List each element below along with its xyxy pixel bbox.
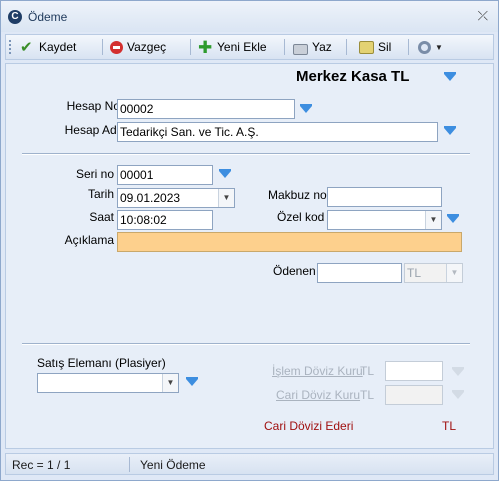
payment-window: C Ödeme ⤫ ✔ Kaydet Vazgeç ✚ Yeni Ekle Ya…	[0, 0, 499, 481]
ozel-kod-input[interactable]: ▼	[327, 210, 442, 230]
printer-icon	[293, 43, 308, 55]
stop-icon	[110, 40, 123, 54]
aciklama-label: Açıklama	[64, 233, 114, 247]
record-counter: Rec = 1 / 1	[12, 458, 71, 472]
print-button[interactable]: Yaz	[293, 38, 332, 56]
trash-icon	[359, 40, 374, 54]
chevron-down-icon: ▼	[435, 42, 443, 52]
toolbar-separator	[190, 39, 191, 55]
makbuz-no-label: Makbuz no	[268, 188, 327, 202]
islem-doviz-input[interactable]	[385, 361, 443, 381]
tarih-value: 09.01.2023	[120, 191, 181, 205]
cari-doviz-label: Cari Döviz Kuru	[276, 388, 361, 402]
odenen-input[interactable]	[317, 263, 402, 283]
makbuz-no-input[interactable]	[327, 187, 442, 207]
toolbar-grip[interactable]	[9, 40, 11, 54]
tarih-input[interactable]: 09.01.2023 ▼	[117, 188, 235, 208]
gear-icon	[418, 40, 431, 54]
kasa-title: Merkez Kasa TL	[296, 68, 410, 85]
currency-dropdown-icon[interactable]: ▼	[446, 264, 462, 282]
ozel-kod-dropdown-icon[interactable]: ▼	[425, 211, 441, 229]
options-dropdown-button[interactable]: ▼	[418, 38, 443, 56]
satis-elemani-lookup-icon[interactable]	[186, 377, 198, 386]
window-title: Ödeme	[28, 10, 68, 24]
kasa-selector-icon[interactable]	[444, 72, 456, 81]
new-button[interactable]: ✚ Yeni Ekle	[198, 38, 267, 56]
print-label: Yaz	[312, 40, 332, 54]
aciklama-input[interactable]	[117, 232, 462, 252]
ozel-kod-label: Özel kod	[277, 210, 325, 224]
satis-elemani-dropdown-icon[interactable]: ▼	[162, 374, 178, 392]
islem-doviz-label: İşlem Döviz Kuru	[272, 364, 363, 378]
saat-label: Saat	[89, 210, 114, 224]
toolbar-separator	[284, 39, 285, 55]
toolbar-separator	[102, 39, 103, 55]
saat-input[interactable]: 10:08:02	[117, 210, 213, 230]
new-label: Yeni Ekle	[217, 40, 267, 54]
cari-dovizi-ederi-currency: TL	[442, 419, 457, 433]
tarih-label: Tarih	[87, 187, 114, 201]
hesap-no-input[interactable]: 00002	[117, 99, 295, 119]
divider	[22, 343, 470, 345]
divider	[22, 153, 470, 155]
seri-no-lookup-icon[interactable]	[219, 169, 231, 178]
cari-doviz-input	[385, 385, 443, 405]
seri-no-label: Seri no	[75, 167, 114, 181]
cari-doviz-currency: TL	[360, 388, 375, 402]
delete-button[interactable]: Sil	[359, 38, 391, 56]
title-bar[interactable]: C Ödeme ⤫	[1, 1, 498, 32]
ozel-kod-lookup-icon[interactable]	[447, 214, 459, 223]
hesap-adi-input[interactable]: Tedarikçi San. ve Tic. A.Ş.	[117, 122, 438, 142]
save-button[interactable]: ✔ Kaydet	[20, 38, 76, 56]
status-separator	[129, 457, 130, 472]
cari-doviz-lookup-icon[interactable]	[452, 390, 464, 399]
app-logo-icon: C	[8, 10, 22, 24]
status-mode: Yeni Ödeme	[140, 458, 206, 472]
satis-elemani-label: Satış Elemanı (Plasiyer)	[37, 356, 166, 370]
date-dropdown-icon[interactable]: ▼	[218, 189, 234, 207]
form-panel: Merkez Kasa TL Hesap No 00002 Hesap Adı …	[5, 63, 494, 449]
hesap-no-lookup-icon[interactable]	[300, 104, 312, 113]
odenen-label: Ödenen	[273, 264, 316, 278]
cancel-label: Vazgeç	[127, 40, 167, 54]
satis-elemani-select[interactable]: ▼	[37, 373, 179, 393]
close-icon[interactable]: ⤫	[478, 9, 488, 22]
islem-doviz-lookup-icon[interactable]	[452, 367, 464, 376]
toolbar-separator	[346, 39, 347, 55]
hesap-adi-lookup-icon[interactable]	[444, 126, 456, 135]
save-label: Kaydet	[39, 40, 77, 54]
plus-icon: ✚	[198, 37, 213, 57]
odenen-currency-value: TL	[407, 266, 422, 280]
cari-dovizi-ederi-label: Cari Dövizi Ederi	[264, 419, 354, 433]
hesap-adi-label: Hesap Adı	[64, 123, 120, 137]
checkmark-icon: ✔	[20, 38, 33, 56]
seri-no-input[interactable]: 00001	[117, 165, 213, 185]
hesap-no-label: Hesap No	[66, 99, 120, 113]
islem-doviz-currency: TL	[360, 364, 375, 378]
delete-label: Sil	[378, 40, 392, 54]
toolbar-separator	[408, 39, 409, 55]
odenen-currency-select[interactable]: TL ▼	[404, 263, 463, 283]
toolbar: ✔ Kaydet Vazgeç ✚ Yeni Ekle Yaz Sil ▼	[5, 34, 494, 60]
status-bar: Rec = 1 / 1 Yeni Ödeme	[5, 453, 494, 475]
cancel-button[interactable]: Vazgeç	[110, 38, 166, 56]
